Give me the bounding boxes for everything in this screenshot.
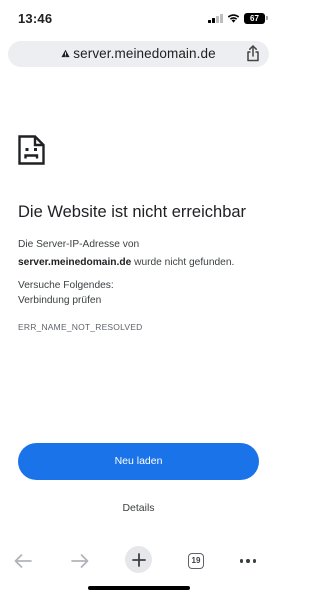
suggestion-item: Verbindung prüfen: [18, 295, 102, 306]
details-button[interactable]: Details: [0, 502, 277, 514]
wifi-icon: [227, 14, 240, 23]
status-icons: 67: [208, 12, 268, 24]
back-icon[interactable]: [14, 554, 32, 568]
forward-button[interactable]: [67, 548, 93, 574]
share-icon[interactable]: [246, 45, 260, 62]
tabs-icon[interactable]: 19: [188, 553, 204, 569]
back-button[interactable]: [10, 548, 36, 574]
sad-page-icon: [18, 135, 45, 165]
error-description: Die Server-IP-Adresse von server.meinedo…: [18, 236, 268, 272]
new-tab-button[interactable]: [125, 546, 152, 573]
bottom-toolbar: 19: [0, 540, 277, 580]
url-display[interactable]: server.meinedomain.de: [8, 46, 269, 61]
new-tab-icon[interactable]: [131, 552, 146, 567]
status-bar: 13:46 67: [0, 0, 277, 36]
reload-button[interactable]: Neu laden: [18, 443, 259, 480]
url-bar[interactable]: server.meinedomain.de: [8, 41, 269, 67]
signal-icon: [208, 13, 223, 23]
forward-icon[interactable]: [71, 554, 89, 568]
error-domain: server.meinedomain.de: [18, 257, 132, 268]
home-indicator[interactable]: [88, 586, 190, 590]
error-title: Die Website ist nicht erreichbar: [18, 203, 247, 221]
status-time: 13:46: [18, 11, 53, 26]
error-code: ERR_NAME_NOT_RESOLVED: [18, 322, 143, 332]
tab-switcher-button[interactable]: 19: [183, 548, 209, 574]
error-desc-prefix: Die Server-IP-Adresse von: [18, 239, 140, 250]
error-desc-suffix: wurde nicht gefunden.: [131, 257, 235, 268]
lock-warning-icon[interactable]: [61, 49, 70, 58]
menu-button[interactable]: [235, 548, 261, 574]
url-text[interactable]: server.meinedomain.de: [73, 46, 215, 61]
battery-icon: 67: [244, 12, 268, 24]
menu-icon[interactable]: [239, 559, 257, 563]
